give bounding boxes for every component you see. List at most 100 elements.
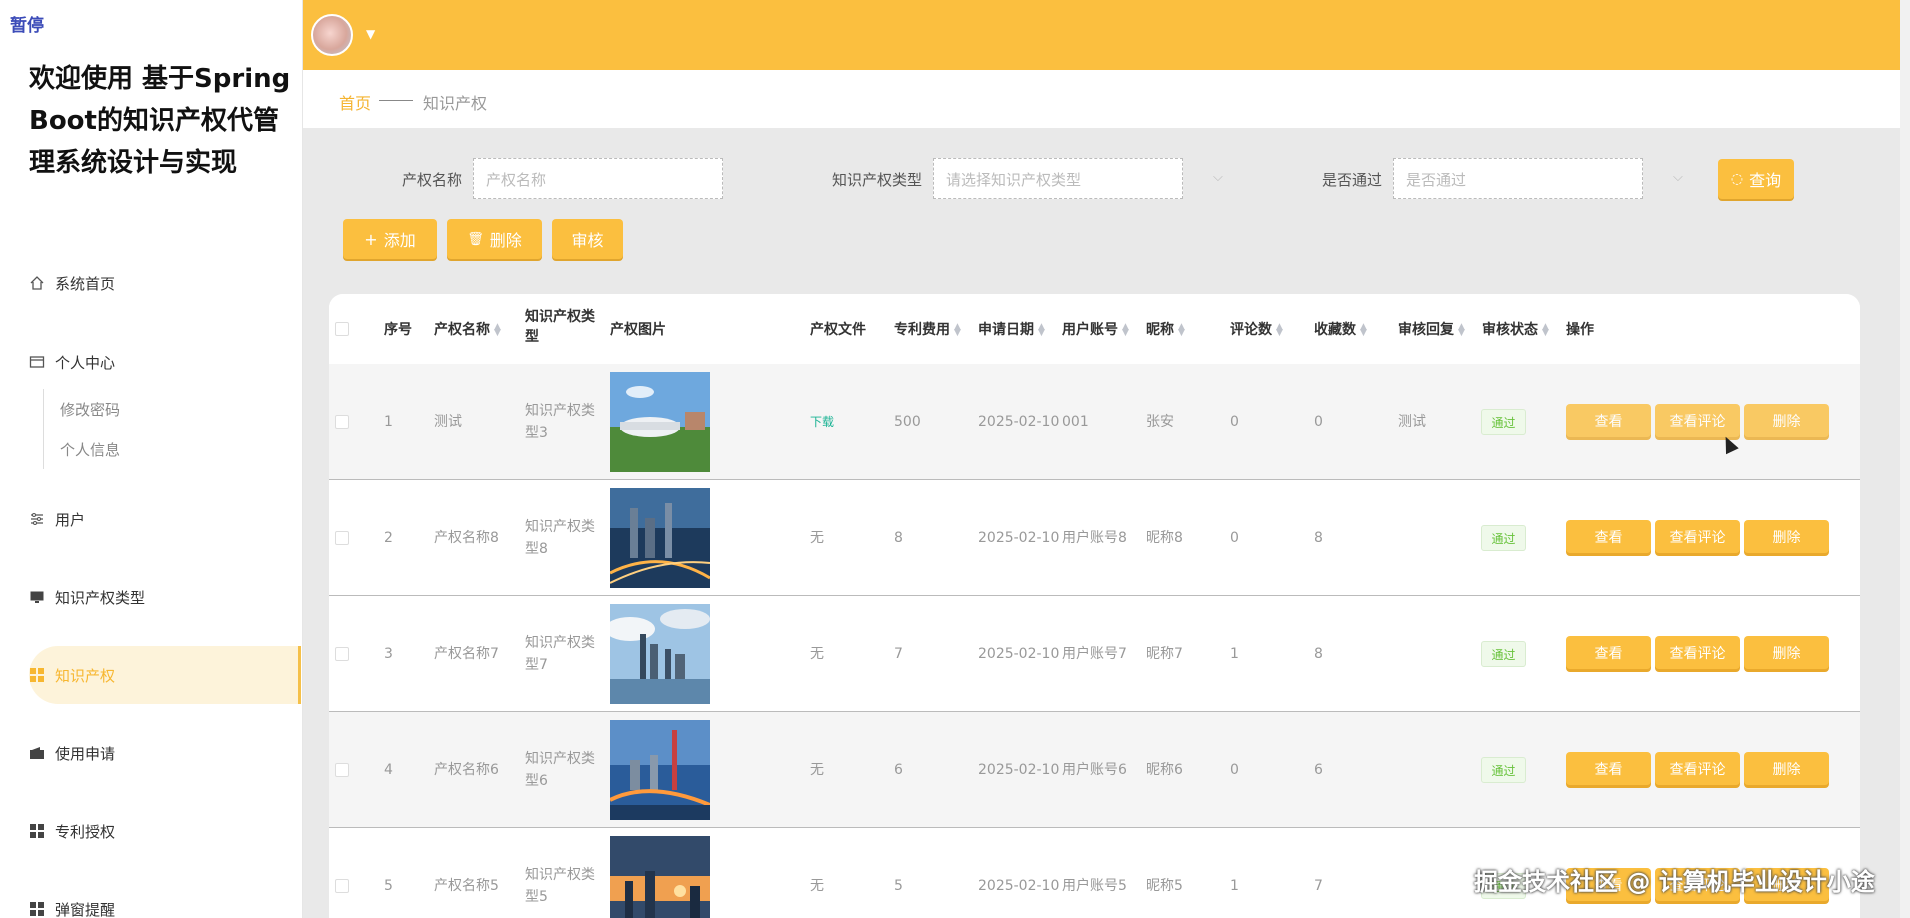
status-badge: 通过 <box>1481 641 1526 667</box>
filter-name-input[interactable]: 产权名称 <box>473 158 723 199</box>
sidebar-item-personal-info[interactable]: 个人信息 <box>43 429 120 469</box>
view-comments-button[interactable]: 查看评论 <box>1655 520 1740 553</box>
row-checkbox[interactable] <box>335 531 349 545</box>
cell-account: 001 <box>1062 414 1089 430</box>
grid-icon <box>29 667 45 683</box>
cell-index: 5 <box>384 878 393 894</box>
view-comments-button[interactable]: 查看评论 <box>1655 752 1740 785</box>
row-delete-button[interactable]: 删除 <box>1744 752 1829 785</box>
breadcrumb-separator <box>379 100 413 101</box>
cell-date: 2025-02-10 <box>978 762 1060 778</box>
view-comments-button[interactable]: 查看评论 <box>1655 636 1740 669</box>
cell-comments: 1 <box>1230 878 1239 894</box>
delete-button[interactable]: 🗑 删除 <box>447 219 542 259</box>
col-ops: 操作 <box>1566 322 1594 338</box>
scrollbar[interactable] <box>1900 0 1910 918</box>
cell-index: 1 <box>384 414 393 430</box>
col-reply[interactable]: 审核回复 ▲ ▼ <box>1398 320 1465 340</box>
sort-icon: ▲ ▼ <box>1276 322 1283 338</box>
search-button[interactable]: ◌ 查询 <box>1718 159 1794 199</box>
row-delete-button[interactable]: 删除 <box>1744 404 1829 437</box>
sidebar-item-ip[interactable]: 知识产权 <box>29 646 301 704</box>
filter-type-select[interactable]: 请选择知识产权类型 <box>933 158 1183 199</box>
watermark: 掘金技术社区 @ 计算机毕业设计小途 <box>1474 868 1875 896</box>
wallet-icon <box>29 745 45 761</box>
breadcrumb-home[interactable]: 首页 <box>339 90 371 114</box>
filter-name-label: 产权名称 <box>402 171 463 189</box>
sidebar-item-users[interactable]: 用户 <box>29 490 301 548</box>
caret-down-icon[interactable]: ▼ <box>366 27 375 41</box>
cell-date: 2025-02-10 <box>978 878 1060 894</box>
download-link[interactable]: 下载 <box>810 411 834 433</box>
sidebar-item-personal-center[interactable]: 个人中心 <box>29 333 301 391</box>
monitor-icon <box>29 589 45 605</box>
select-all-checkbox[interactable] <box>335 322 349 336</box>
ip-image <box>610 488 710 588</box>
col-comments[interactable]: 评论数 ▲ ▼ <box>1230 320 1283 340</box>
cell-nickname: 昵称6 <box>1146 762 1183 778</box>
table-row: 2 产权名称8 知识产权类型8 无 8 2025-02-10 用户账号8 昵称8… <box>329 480 1860 596</box>
status-badge: 通过 <box>1481 409 1526 435</box>
avatar[interactable] <box>311 14 353 56</box>
ip-image <box>610 372 710 472</box>
chevron-down-icon[interactable]: ⌵ <box>1673 170 1683 185</box>
sidebar-item-label: 个人中心 <box>55 353 116 372</box>
cell-type: 知识产权类型5 <box>525 867 595 905</box>
view-button[interactable]: 查看 <box>1566 636 1651 669</box>
sidebar: 暂停 欢迎使用 基于SpringBoot的知识产权代管理系统设计与实现 系统首页… <box>0 0 303 918</box>
view-comments-button[interactable]: 查看评论 <box>1655 404 1740 437</box>
view-button[interactable]: 查看 <box>1566 752 1651 785</box>
row-checkbox[interactable] <box>335 647 349 661</box>
table-row: 1 测试 知识产权类型3 下载 500 2025-02-10 001 张安 0 … <box>329 364 1860 480</box>
row-delete-button[interactable]: 删除 <box>1744 636 1829 669</box>
col-account[interactable]: 用户账号 ▲ ▼ <box>1062 320 1129 340</box>
sidebar-item-patent-auth[interactable]: 专利授权 <box>29 802 301 860</box>
cell-favorites: 8 <box>1314 530 1323 546</box>
cell-nickname: 昵称8 <box>1146 530 1183 546</box>
sidebar-item-home[interactable]: 系统首页 <box>29 254 301 312</box>
cell-fee: 6 <box>894 762 903 778</box>
row-checkbox[interactable] <box>335 415 349 429</box>
grid-icon <box>29 901 45 917</box>
filter-pass-select[interactable]: 是否通过 <box>1393 158 1643 199</box>
row-delete-button[interactable]: 删除 <box>1744 520 1829 553</box>
col-type: 知识产权类型 <box>525 309 595 345</box>
cell-comments: 1 <box>1230 646 1239 662</box>
row-checkbox[interactable] <box>335 763 349 777</box>
sort-icon: ▲ ▼ <box>1542 322 1549 338</box>
profile-icon <box>29 354 45 370</box>
breadcrumb-current: 知识产权 <box>423 94 488 113</box>
ip-image <box>610 604 710 704</box>
sidebar-item-usage-apply[interactable]: 使用申请 <box>29 724 301 782</box>
col-date[interactable]: 申请日期 ▲ ▼ <box>978 320 1045 340</box>
col-favorites[interactable]: 收藏数 ▲ ▼ <box>1314 320 1367 340</box>
cell-type: 知识产权类型6 <box>525 751 595 789</box>
sort-icon: ▲ ▼ <box>1122 322 1129 338</box>
col-status[interactable]: 审核状态 ▲ ▼ <box>1482 320 1549 340</box>
audit-button[interactable]: 审核 <box>552 219 623 259</box>
cell-reply: 测试 <box>1398 414 1426 430</box>
plus-icon: + <box>364 229 378 249</box>
cell-index: 3 <box>384 646 393 662</box>
col-nickname[interactable]: 昵称 ▲ ▼ <box>1146 320 1185 340</box>
cell-fee: 8 <box>894 530 903 546</box>
app-title: 欢迎使用 基于SpringBoot的知识产权代管理系统设计与实现 <box>29 64 291 178</box>
col-index: 序号 <box>384 322 412 338</box>
data-table: 序号 产权名称 ▲ ▼ 知识产权类型 产权图片 产权文件 专利费用 ▲ ▼ 申请日期 ▲ ▼… <box>329 294 1860 918</box>
sidebar-item-change-password[interactable]: 修改密码 <box>43 389 120 429</box>
sidebar-item-label: 弹窗提醒 <box>55 900 116 918</box>
view-button[interactable]: 查看 <box>1566 404 1651 437</box>
sidebar-item-ip-types[interactable]: 知识产权类型 <box>29 568 301 626</box>
breadcrumb: 首页 知识产权 <box>303 70 1900 128</box>
col-fee[interactable]: 专利费用 ▲ ▼ <box>894 320 961 340</box>
sort-icon: ▲ ▼ <box>954 322 961 338</box>
view-button[interactable]: 查看 <box>1566 520 1651 553</box>
sidebar-item-label: 使用申请 <box>55 744 116 763</box>
col-name[interactable]: 产权名称 ▲ ▼ <box>434 320 501 340</box>
pause-badge: 暂停 <box>10 16 44 36</box>
sidebar-item-popup-reminder[interactable]: 弹窗提醒 <box>29 880 301 918</box>
row-checkbox[interactable] <box>335 879 349 893</box>
chevron-down-icon[interactable]: ⌵ <box>1213 170 1223 185</box>
add-button[interactable]: + 添加 <box>343 219 437 259</box>
cell-comments: 0 <box>1230 414 1239 430</box>
